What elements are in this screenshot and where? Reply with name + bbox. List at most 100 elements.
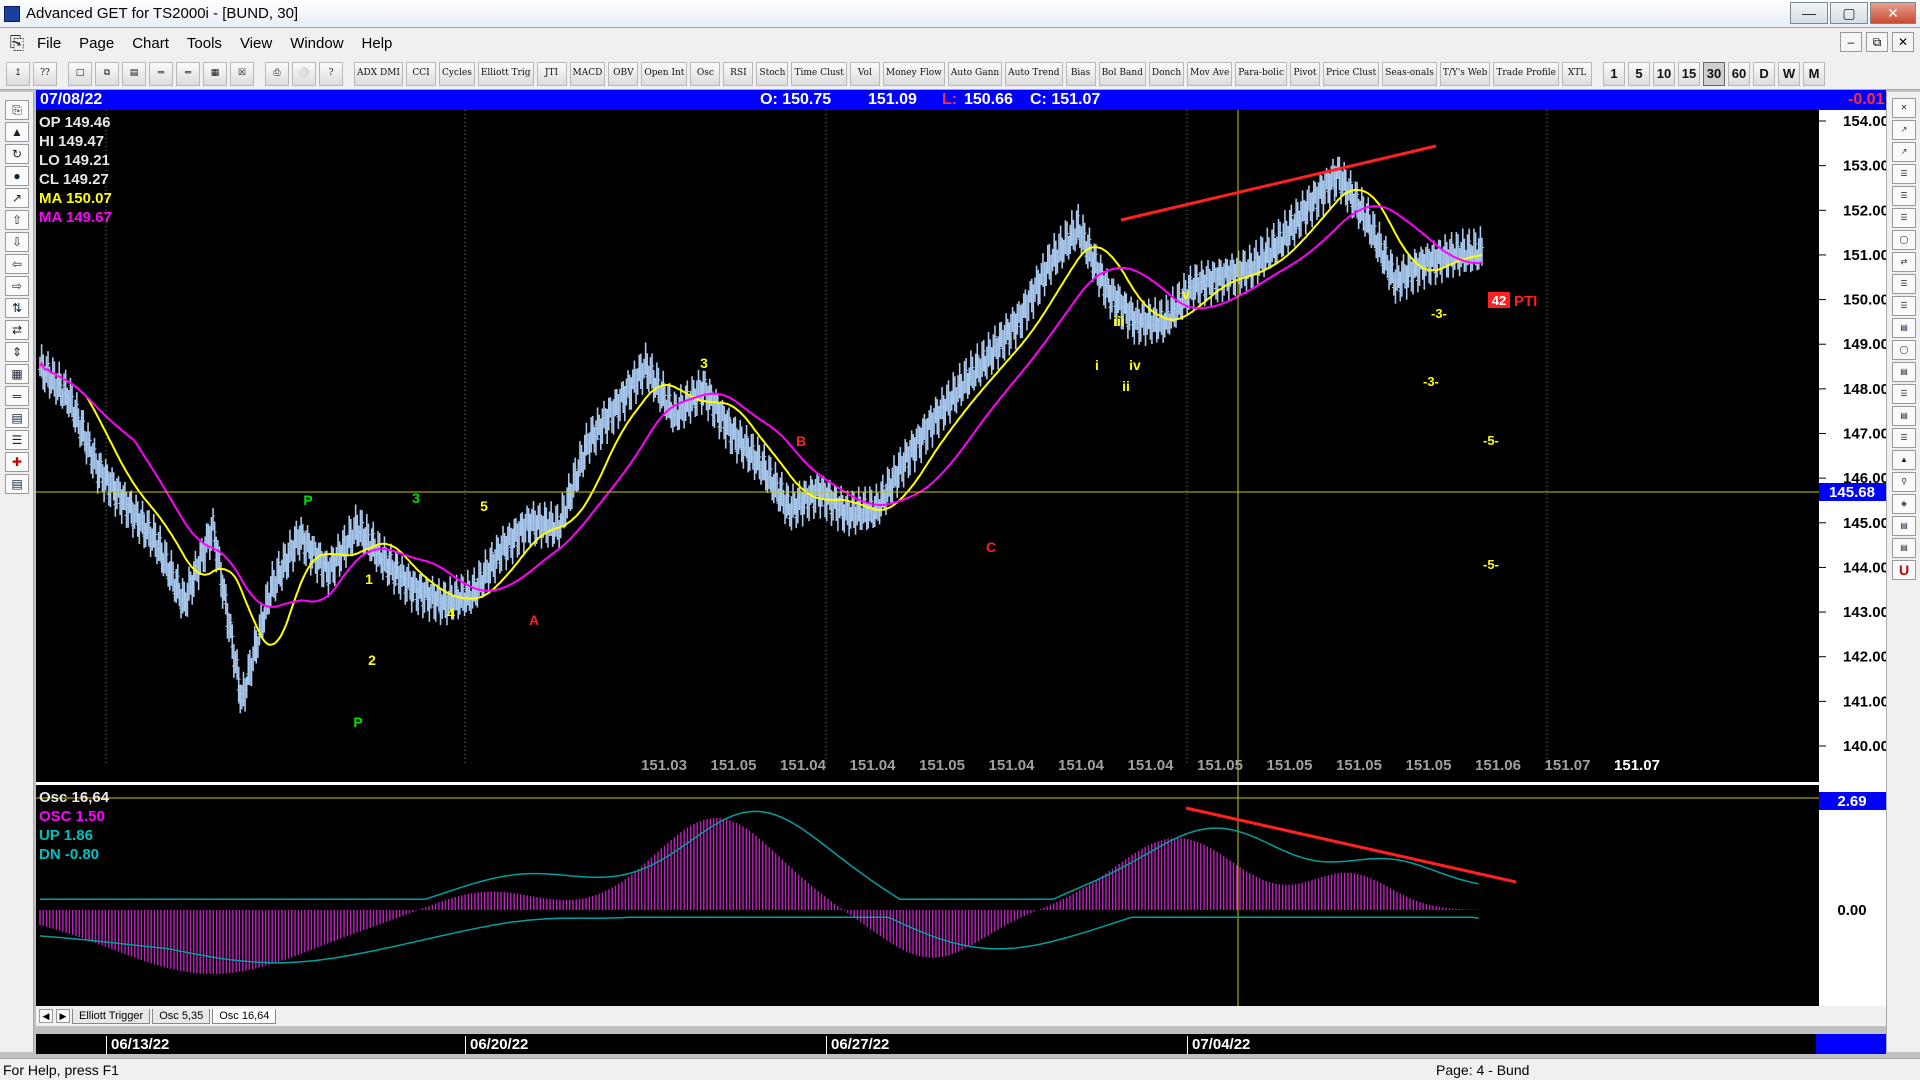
interval-button[interactable]: 60 [1728,61,1751,86]
copy-icon[interactable]: ⧉ [95,61,119,86]
analysis-tool-icon[interactable]: ▤ [1892,406,1916,426]
doc-restore-button[interactable]: ⧉ [1866,32,1888,52]
analysis-tool-icon[interactable]: ☰ [1892,384,1916,404]
analysis-tool-icon[interactable]: ☰ [1892,164,1916,184]
drawing-tool-icon[interactable]: ↻ [5,144,29,164]
analysis-tool-icon[interactable]: ☰ [1892,208,1916,228]
menu-chart[interactable]: Chart [123,35,178,52]
new-page-icon[interactable]: □ [68,61,92,86]
interval-button[interactable]: 5 [1628,61,1651,86]
bulb-icon[interactable]: ⚪ [292,61,316,86]
drawing-tool-icon[interactable]: ⇩ [5,232,29,252]
drawing-tool-icon[interactable]: ⇦ [5,254,29,274]
study-button[interactable]: Donch [1148,61,1185,86]
study-button[interactable]: Mov Ave [1187,61,1233,86]
document-icon[interactable]: ⎘ [6,33,28,54]
study-button[interactable]: CCI [405,61,436,86]
study-button[interactable]: Open Int [641,61,688,86]
tab-scroll-right-icon[interactable]: ▶ [56,1009,70,1023]
maximize-button[interactable]: ▢ [1830,2,1868,24]
interval-button[interactable]: W [1778,61,1801,86]
analysis-tool-icon[interactable]: ▤ [1892,538,1916,558]
prev-page-icon[interactable]: ⇐ [176,61,200,86]
study-button[interactable]: Pivot [1289,61,1320,86]
context-help-icon[interactable]: ? [319,61,343,86]
doc-close-button[interactable]: ✕ [1892,32,1914,52]
analysis-tool-icon[interactable]: ▲ [1892,450,1916,470]
analysis-tool-icon[interactable]: ✕ [1892,98,1916,118]
analysis-tool-icon[interactable]: ↗ [1892,120,1916,140]
delete-icon[interactable]: ☒ [230,61,254,86]
drawing-tool-icon[interactable]: ● [5,166,29,186]
menu-page[interactable]: Page [70,35,123,52]
help-pointer-icon[interactable]: ?? [33,61,57,86]
study-button[interactable]: Osc [690,61,721,86]
analysis-tool-icon[interactable]: ◯ [1892,340,1916,360]
analysis-tool-icon[interactable]: ⚲ [1892,472,1916,492]
analysis-tool-icon[interactable]: ☰ [1892,274,1916,294]
drawing-tool-icon[interactable]: ⇅ [5,298,29,318]
analysis-tool-icon[interactable]: ⇄ [1892,252,1916,272]
drawing-tool-icon[interactable]: ⎘ [5,100,29,120]
drawing-tool-icon[interactable]: ↗ [5,188,29,208]
tab-osc-5-35[interactable]: Osc 5,35 [152,1008,211,1024]
chart-area[interactable]: 154.00153.00152.00151.00150.00149.00148.… [36,110,1886,1006]
analysis-tool-icon[interactable]: ☰ [1892,296,1916,316]
analysis-tool-icon[interactable]: ▤ [1892,362,1916,382]
analysis-tool-icon[interactable]: ☰ [1892,186,1916,206]
drawing-tool-icon[interactable]: ▦ [5,364,29,384]
study-button[interactable]: Elliott Trig [477,61,534,86]
print-icon[interactable]: ⎙ [265,61,289,86]
analysis-tool-icon[interactable]: ↗ [1892,142,1916,162]
grid-icon[interactable]: ▦ [203,61,227,86]
study-button[interactable]: Trade Profile [1493,61,1560,86]
interval-button[interactable]: 10 [1653,61,1676,86]
study-button[interactable]: Price Clust [1322,61,1380,86]
interval-button[interactable]: 15 [1678,61,1701,86]
drawing-tool-icon[interactable]: ☰ [5,430,29,450]
analysis-tool-icon[interactable]: ☰ [1892,428,1916,448]
analysis-tool-icon[interactable]: ▤ [1892,318,1916,338]
link-icon[interactable]: ▤ [122,61,146,86]
study-button[interactable]: Vol [849,61,880,86]
study-button[interactable]: T/Y's Web [1439,61,1491,86]
interval-button[interactable]: 30 [1703,61,1726,86]
study-button[interactable]: Cycles [438,61,475,86]
analysis-tool-icon[interactable]: ▤ [1892,516,1916,536]
drawing-tool-icon[interactable]: ⇕ [5,342,29,362]
drawing-tool-icon[interactable]: ⇨ [5,276,29,296]
tab-scroll-left-icon[interactable]: ◀ [39,1009,53,1023]
drawing-tool-icon[interactable]: ▤ [5,474,29,494]
study-button[interactable]: Para-bolic [1235,61,1287,86]
study-button[interactable]: MACD [569,61,606,86]
study-button[interactable]: JTI [536,61,567,86]
next-page-icon[interactable]: ⇒ [149,61,173,86]
close-button[interactable]: ✕ [1870,2,1916,24]
minimize-button[interactable]: — [1790,2,1828,24]
drawing-tool-icon[interactable]: ═ [5,386,29,406]
interval-button[interactable]: M [1803,61,1826,86]
study-button[interactable]: Auto Gann [947,61,1003,86]
study-button[interactable]: ADX DMI [354,61,403,86]
interval-button[interactable]: 1 [1603,61,1626,86]
menu-help[interactable]: Help [353,35,402,52]
study-button[interactable]: Bol Band [1098,61,1146,86]
study-button[interactable]: Bias [1065,61,1096,86]
study-button[interactable]: Seas-onals [1382,61,1437,86]
drawing-tool-icon[interactable]: ⇧ [5,210,29,230]
menu-view[interactable]: View [231,35,281,52]
menu-window[interactable]: Window [281,35,352,52]
drawing-tool-icon[interactable]: ▲ [5,122,29,142]
analysis-tool-icon[interactable]: ◈ [1892,494,1916,514]
study-button[interactable]: XTL [1562,61,1593,86]
tab-elliott-trigger[interactable]: Elliott Trigger [72,1008,151,1024]
cursor-tool-icon[interactable]: ↥ [6,61,30,86]
study-button[interactable]: Time Clust [791,61,847,86]
analysis-tool-icon[interactable]: U [1892,560,1916,580]
menu-file[interactable]: File [28,35,70,52]
drawing-tool-icon[interactable]: ✚ [5,452,29,472]
menu-tools[interactable]: Tools [178,35,231,52]
study-button[interactable]: RSI [723,61,754,86]
drawing-tool-icon[interactable]: ⇄ [5,320,29,340]
study-button[interactable]: OBV [608,61,639,86]
